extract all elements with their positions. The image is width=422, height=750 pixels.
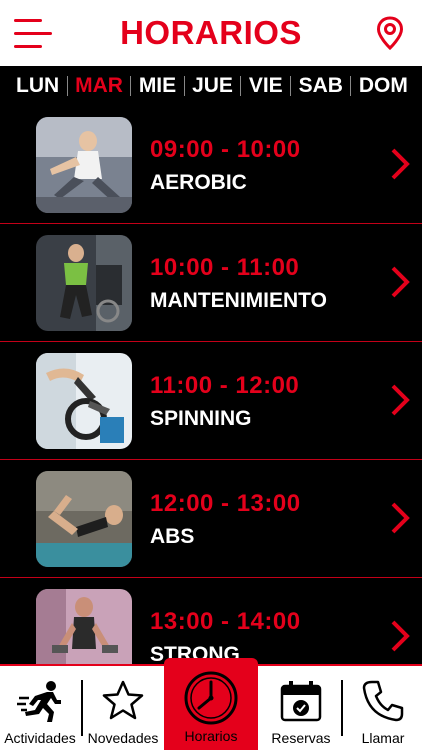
class-name: AEROBIC <box>150 171 247 194</box>
runner-icon <box>17 681 61 722</box>
chevron-right-icon <box>391 148 410 180</box>
day-tab-mie[interactable]: MIE <box>139 74 176 98</box>
tab-llamar[interactable]: Llamar <box>344 666 422 750</box>
tab-label: Actividades <box>4 730 76 746</box>
page-title: HORARIOS <box>120 14 302 51</box>
class-schedule-list: 09:00 - 10:00 AEROBIC 10:00 - 11:00 MANT… <box>0 106 422 664</box>
class-time: 09:00 - 10:00 <box>150 136 301 163</box>
day-divider <box>240 76 242 96</box>
class-time: 12:00 - 13:00 <box>150 490 301 517</box>
day-divider <box>183 76 185 96</box>
clock-icon <box>184 671 238 725</box>
class-thumbnail <box>36 353 132 449</box>
day-tab-dom[interactable]: DOM <box>359 74 408 98</box>
class-name: ABS <box>150 525 195 548</box>
tab-divider <box>341 680 343 736</box>
bottom-tab-bar: Actividades Novedades Horarios Reservas … <box>0 658 422 750</box>
class-row-mantenimiento[interactable]: 10:00 - 11:00 MANTENIMIENTO <box>0 224 422 342</box>
class-thumbnail <box>36 471 132 567</box>
class-time: 13:00 - 14:00 <box>150 608 301 635</box>
map-pin-icon[interactable] <box>376 16 404 50</box>
chevron-right-icon <box>391 502 410 534</box>
tab-horarios[interactable]: Horarios <box>164 658 258 750</box>
class-name: MANTENIMIENTO <box>150 289 327 312</box>
tab-actividades[interactable]: Actividades <box>0 666 80 750</box>
class-thumbnail <box>36 117 132 213</box>
tab-label: Novedades <box>87 730 159 746</box>
tab-label: Llamar <box>361 730 405 746</box>
chevron-right-icon <box>391 266 410 298</box>
header-bar: HORARIOS <box>0 0 422 66</box>
phone-icon <box>362 680 404 722</box>
star-icon <box>102 680 144 720</box>
tab-reservas[interactable]: Reservas <box>262 666 340 750</box>
class-thumbnail <box>36 589 132 664</box>
class-time: 10:00 - 11:00 <box>150 254 300 281</box>
tab-label: Horarios <box>184 728 238 744</box>
class-row-strong[interactable]: 13:00 - 14:00 STRONG <box>0 578 422 664</box>
day-tab-lun[interactable]: LUN <box>16 74 59 98</box>
class-row-abs[interactable]: 12:00 - 13:00 ABS <box>0 460 422 578</box>
chevron-right-icon <box>391 620 410 652</box>
day-tab-mar[interactable]: MAR <box>75 74 123 98</box>
day-tab-jue[interactable]: JUE <box>192 74 233 98</box>
tab-label: Reservas <box>271 730 331 746</box>
day-divider <box>66 76 68 96</box>
app-screen: HORARIOS LUN MAR MIE JUE VIE SAB DOM 09:… <box>0 0 422 750</box>
calendar-check-icon <box>280 681 322 722</box>
day-divider <box>290 76 292 96</box>
class-row-aerobic[interactable]: 09:00 - 10:00 AEROBIC <box>0 106 422 224</box>
day-tab-sab[interactable]: SAB <box>299 74 343 98</box>
day-divider <box>130 76 132 96</box>
day-tab-vie[interactable]: VIE <box>249 74 283 98</box>
class-thumbnail <box>36 235 132 331</box>
class-row-spinning[interactable]: 11:00 - 12:00 SPINNING <box>0 342 422 460</box>
weekday-selector: LUN MAR MIE JUE VIE SAB DOM <box>0 66 422 106</box>
class-time: 11:00 - 12:00 <box>150 372 300 399</box>
tab-novedades[interactable]: Novedades <box>83 666 163 750</box>
class-name: SPINNING <box>150 407 252 430</box>
day-divider <box>350 76 352 96</box>
chevron-right-icon <box>391 384 410 416</box>
